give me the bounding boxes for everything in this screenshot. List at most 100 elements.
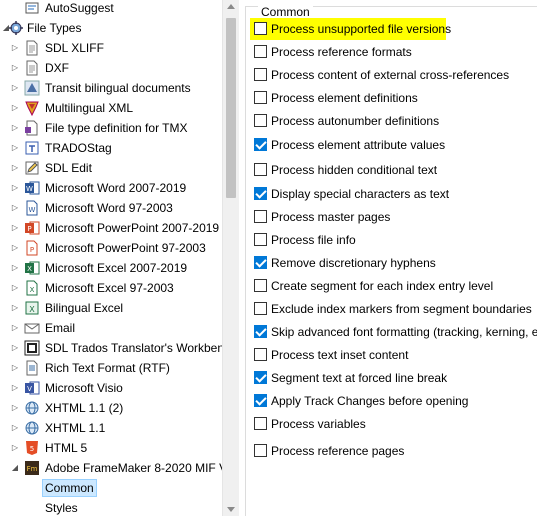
scrollbar-thumb[interactable] bbox=[226, 18, 236, 198]
checkbox-unchecked[interactable] bbox=[254, 233, 267, 246]
svg-text:Fm: Fm bbox=[27, 465, 38, 473]
checkbox-checked[interactable] bbox=[254, 325, 267, 338]
tree-item-bilingual-excel[interactable]: ▷ X Bilingual Excel bbox=[0, 298, 222, 318]
tree-item-microsoft-word-2007-2019[interactable]: ▷ W Microsoft Word 2007-2019 bbox=[0, 178, 222, 198]
tree-item-sdl-edit[interactable]: ▷ SDL Edit bbox=[0, 158, 222, 178]
scroll-up-arrow-icon[interactable] bbox=[227, 4, 235, 9]
checkbox-checked[interactable] bbox=[254, 256, 267, 269]
option-process-variables[interactable]: Process variables bbox=[254, 415, 537, 433]
collapsed-arrow-icon[interactable]: ▷ bbox=[10, 423, 20, 433]
checkbox-checked[interactable] bbox=[254, 187, 267, 200]
option-label: Create segment for each index entry leve… bbox=[271, 279, 494, 293]
collapsed-arrow-icon[interactable]: ▷ bbox=[10, 203, 20, 213]
checkbox-checked[interactable] bbox=[254, 394, 267, 407]
tree-item-microsoft-visio[interactable]: ▷ V Microsoft Visio bbox=[0, 378, 222, 398]
checkbox-unchecked[interactable] bbox=[254, 210, 267, 223]
option-display-special-characters-as-text[interactable]: Display special characters as text bbox=[254, 185, 537, 203]
collapsed-arrow-icon[interactable]: ▷ bbox=[10, 103, 20, 113]
checkbox-unchecked[interactable] bbox=[254, 163, 267, 176]
option-label: Display special characters as text bbox=[271, 187, 450, 201]
tree-item-autosuggest[interactable]: AutoSuggest bbox=[0, 0, 222, 18]
checkbox-checked[interactable] bbox=[254, 138, 267, 151]
tree-item-microsoft-excel-97-2003[interactable]: ▷ X Microsoft Excel 97-2003 bbox=[0, 278, 222, 298]
option-process-content-of-external-cross-references[interactable]: Process content of external cross-refere… bbox=[254, 66, 537, 84]
tree-item-sdl-trados-translator-s-workbench[interactable]: ▷ SDL Trados Translator's Workbench bbox=[0, 338, 222, 358]
tree-item-common[interactable]: Common bbox=[0, 478, 222, 498]
collapsed-arrow-icon[interactable]: ▷ bbox=[10, 123, 20, 133]
collapsed-arrow-icon[interactable]: ▷ bbox=[10, 183, 20, 193]
collapsed-arrow-icon[interactable]: ▷ bbox=[10, 63, 20, 73]
collapsed-arrow-icon[interactable]: ▷ bbox=[10, 363, 20, 373]
scroll-down-arrow-icon[interactable] bbox=[227, 507, 235, 512]
collapsed-arrow-icon[interactable]: ▷ bbox=[10, 443, 20, 453]
option-process-reference-formats[interactable]: Process reference formats bbox=[254, 43, 537, 61]
collapsed-arrow-icon[interactable]: ▷ bbox=[10, 303, 20, 313]
tree-item-multilingual-xml[interactable]: ▷ Multilingual XML bbox=[0, 98, 222, 118]
collapsed-arrow-icon[interactable]: ▷ bbox=[10, 403, 20, 413]
tree-item-xhtml-1-1-2[interactable]: ▷ XHTML 1.1 (2) bbox=[0, 398, 222, 418]
checkbox-unchecked[interactable] bbox=[254, 114, 267, 127]
checkbox-unchecked[interactable] bbox=[254, 68, 267, 81]
tree-item-email[interactable]: ▷ Email bbox=[0, 318, 222, 338]
checkbox-unchecked[interactable] bbox=[254, 302, 267, 315]
word-old-icon: W bbox=[24, 200, 40, 216]
option-process-element-attribute-values[interactable]: Process element attribute values bbox=[254, 136, 537, 154]
option-remove-discretionary-hyphens[interactable]: Remove discretionary hyphens bbox=[254, 254, 537, 272]
collapsed-arrow-icon[interactable]: ▷ bbox=[10, 283, 20, 293]
option-process-reference-pages[interactable]: Process reference pages bbox=[254, 442, 537, 460]
expanded-arrow-icon[interactable]: ◢ bbox=[10, 463, 20, 473]
option-exclude-index-markers-from-segment-boundaries[interactable]: Exclude index markers from segment bound… bbox=[254, 300, 537, 318]
tree-item-xhtml-1-1[interactable]: ▷ XHTML 1.1 bbox=[0, 418, 222, 438]
checkbox-unchecked[interactable] bbox=[254, 279, 267, 292]
workbench-icon bbox=[24, 340, 40, 356]
tree-item-microsoft-excel-2007-2019[interactable]: ▷ X Microsoft Excel 2007-2019 bbox=[0, 258, 222, 278]
tree-item-label: Multilingual XML bbox=[45, 101, 134, 115]
checkbox-checked[interactable] bbox=[254, 371, 267, 384]
option-segment-text-at-forced-line-break[interactable]: Segment text at forced line break bbox=[254, 369, 537, 387]
tree-item-transit-bilingual-documents[interactable]: ▷ Transit bilingual documents bbox=[0, 78, 222, 98]
tree-item-tradostag[interactable]: ▷ TRADOStag bbox=[0, 138, 222, 158]
tree-item-microsoft-word-97-2003[interactable]: ▷ W Microsoft Word 97-2003 bbox=[0, 198, 222, 218]
tree-item-dxf[interactable]: ▷ DXF bbox=[0, 58, 222, 78]
collapsed-arrow-icon[interactable]: ▷ bbox=[10, 243, 20, 253]
checkbox-unchecked[interactable] bbox=[254, 348, 267, 361]
email-icon bbox=[24, 320, 40, 336]
tree-item-sdl-xliff[interactable]: ▷ SDL XLIFF bbox=[0, 38, 222, 58]
tree-item-file-types[interactable]: ◢ File Types bbox=[0, 18, 222, 38]
tree-item-styles[interactable]: Styles bbox=[0, 498, 222, 516]
option-skip-advanced-font-formatting-tracking-kerning-et[interactable]: Skip advanced font formatting (tracking,… bbox=[254, 323, 537, 341]
checkbox-unchecked[interactable] bbox=[254, 45, 267, 58]
collapsed-arrow-icon[interactable]: ▷ bbox=[10, 323, 20, 333]
tree-item-microsoft-powerpoint-97-2003[interactable]: ▷ P Microsoft PowerPoint 97-2003 bbox=[0, 238, 222, 258]
option-apply-track-changes-before-opening[interactable]: Apply Track Changes before opening bbox=[254, 392, 537, 410]
tree-item-file-type-definition-for-tmx[interactable]: ▷ File type definition for TMX bbox=[0, 118, 222, 138]
option-process-hidden-conditional-text[interactable]: Process hidden conditional text bbox=[254, 161, 537, 179]
option-process-unsupported-file-versions[interactable]: Process unsupported file versions bbox=[250, 18, 537, 40]
collapsed-arrow-icon[interactable]: ▷ bbox=[10, 343, 20, 353]
tree-item-microsoft-powerpoint-2007-2019[interactable]: ▷ P Microsoft PowerPoint 2007-2019 bbox=[0, 218, 222, 238]
collapsed-arrow-icon[interactable]: ▷ bbox=[10, 83, 20, 93]
option-process-element-definitions[interactable]: Process element definitions bbox=[254, 89, 537, 107]
option-process-master-pages[interactable]: Process master pages bbox=[254, 208, 537, 226]
option-process-autonumber-definitions[interactable]: Process autonumber definitions bbox=[254, 112, 537, 130]
collapsed-arrow-icon[interactable]: ▷ bbox=[10, 223, 20, 233]
option-process-text-inset-content[interactable]: Process text inset content bbox=[254, 346, 537, 364]
option-process-file-info[interactable]: Process file info bbox=[254, 231, 537, 249]
option-label: Process unsupported file versions bbox=[271, 22, 452, 36]
option-create-segment-for-each-index-entry-level[interactable]: Create segment for each index entry leve… bbox=[254, 277, 537, 295]
checkbox-unchecked[interactable] bbox=[254, 444, 267, 457]
checkbox-unchecked[interactable] bbox=[254, 22, 267, 35]
tree-item-adobe-framemaker-8-2020-mif-v2[interactable]: ◢ Fm Adobe FrameMaker 8-2020 MIF V2 bbox=[0, 458, 222, 478]
collapsed-arrow-icon[interactable]: ▷ bbox=[10, 43, 20, 53]
collapsed-arrow-icon[interactable]: ▷ bbox=[10, 163, 20, 173]
checkbox-unchecked[interactable] bbox=[254, 91, 267, 104]
tree-item-rich-text-format-rtf[interactable]: ▷ Rich Text Format (RTF) bbox=[0, 358, 222, 378]
tree-item-html-5[interactable]: ▷ 5 HTML 5 bbox=[0, 438, 222, 458]
collapsed-arrow-icon[interactable]: ▷ bbox=[10, 383, 20, 393]
collapsed-arrow-icon[interactable]: ▷ bbox=[10, 143, 20, 153]
tree-scrollbar[interactable] bbox=[222, 0, 239, 516]
collapsed-arrow-icon[interactable]: ▷ bbox=[10, 263, 20, 273]
tree-item-label: Microsoft PowerPoint 2007-2019 bbox=[45, 221, 220, 235]
tree-item-label: File Types bbox=[27, 21, 82, 35]
checkbox-unchecked[interactable] bbox=[254, 417, 267, 430]
